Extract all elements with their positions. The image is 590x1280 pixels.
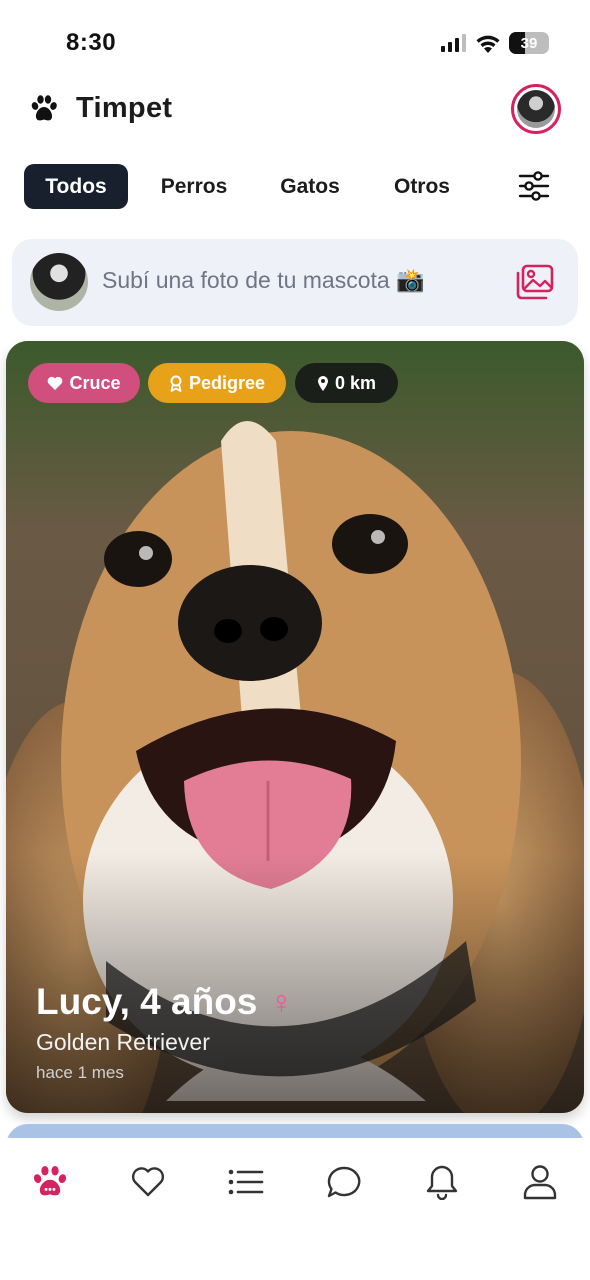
pet-name-age: Lucy, 4 años ♀ [36,981,293,1023]
paw-icon [31,95,57,121]
battery-indicator: 39 [509,32,549,54]
nav-home[interactable] [28,1160,72,1204]
nav-messages[interactable] [322,1160,366,1204]
pedigree-badge-label: Pedigree [188,372,266,393]
wifi-icon [476,35,500,53]
avatar [517,90,555,128]
pedigree-badge: Pedigree [148,363,286,403]
avatar [30,253,88,311]
tab-perros[interactable]: Perros [145,164,243,209]
app-title: Timpet [76,92,173,124]
bottom-nav [0,1138,590,1280]
nav-favorites[interactable] [126,1160,170,1204]
pet-breed: Golden Retriever [36,1029,210,1055]
pet-card[interactable]: Cruce Pedigree 0 km Lucy, 4 años ♀ Golde… [6,341,584,1113]
post-time: hace 1 mes [36,1063,124,1082]
gallery-icon[interactable] [516,264,554,300]
paw-icon [33,1166,67,1196]
cellular-signal-icon [441,34,466,52]
nav-profile[interactable] [518,1160,562,1204]
female-gender-icon: ♀ [269,983,294,1020]
location-pin-icon [317,376,328,391]
status-bar: 8:30 39 [0,0,590,70]
cross-badge: Cruce [28,363,140,403]
upload-photo-bar[interactable]: Subí una foto de tu mascota 📸 [12,239,578,326]
filter-sliders-icon[interactable] [518,171,550,201]
list-icon [228,1169,264,1195]
tab-todos[interactable]: Todos [24,164,128,209]
distance-badge-label: 0 km [334,372,377,393]
award-ribbon-icon [170,375,182,392]
cross-badge-label: Cruce [69,372,121,393]
category-tabs: Todos Perros Gatos Otros [24,164,564,210]
battery-percentage: 39 [520,34,538,52]
user-icon [523,1165,557,1200]
tab-gatos[interactable]: Gatos [264,164,356,209]
distance-badge: 0 km [295,363,398,403]
chat-icon [327,1166,361,1198]
profile-avatar-button[interactable] [511,84,561,134]
battery-icon: 39 [509,32,549,54]
app-header: Timpet [0,80,590,140]
pet-name: Lucy, 4 años [36,981,258,1022]
upload-prompt[interactable]: Subí una foto de tu mascota 📸 [102,267,425,294]
nav-notifications[interactable] [420,1160,464,1204]
nav-list[interactable] [224,1160,268,1204]
status-icons: 39 [441,32,549,54]
heart-icon [48,376,63,390]
tab-otros[interactable]: Otros [376,164,468,209]
heart-icon [131,1167,165,1197]
bell-icon [426,1165,458,1200]
status-time: 8:30 [66,29,117,56]
